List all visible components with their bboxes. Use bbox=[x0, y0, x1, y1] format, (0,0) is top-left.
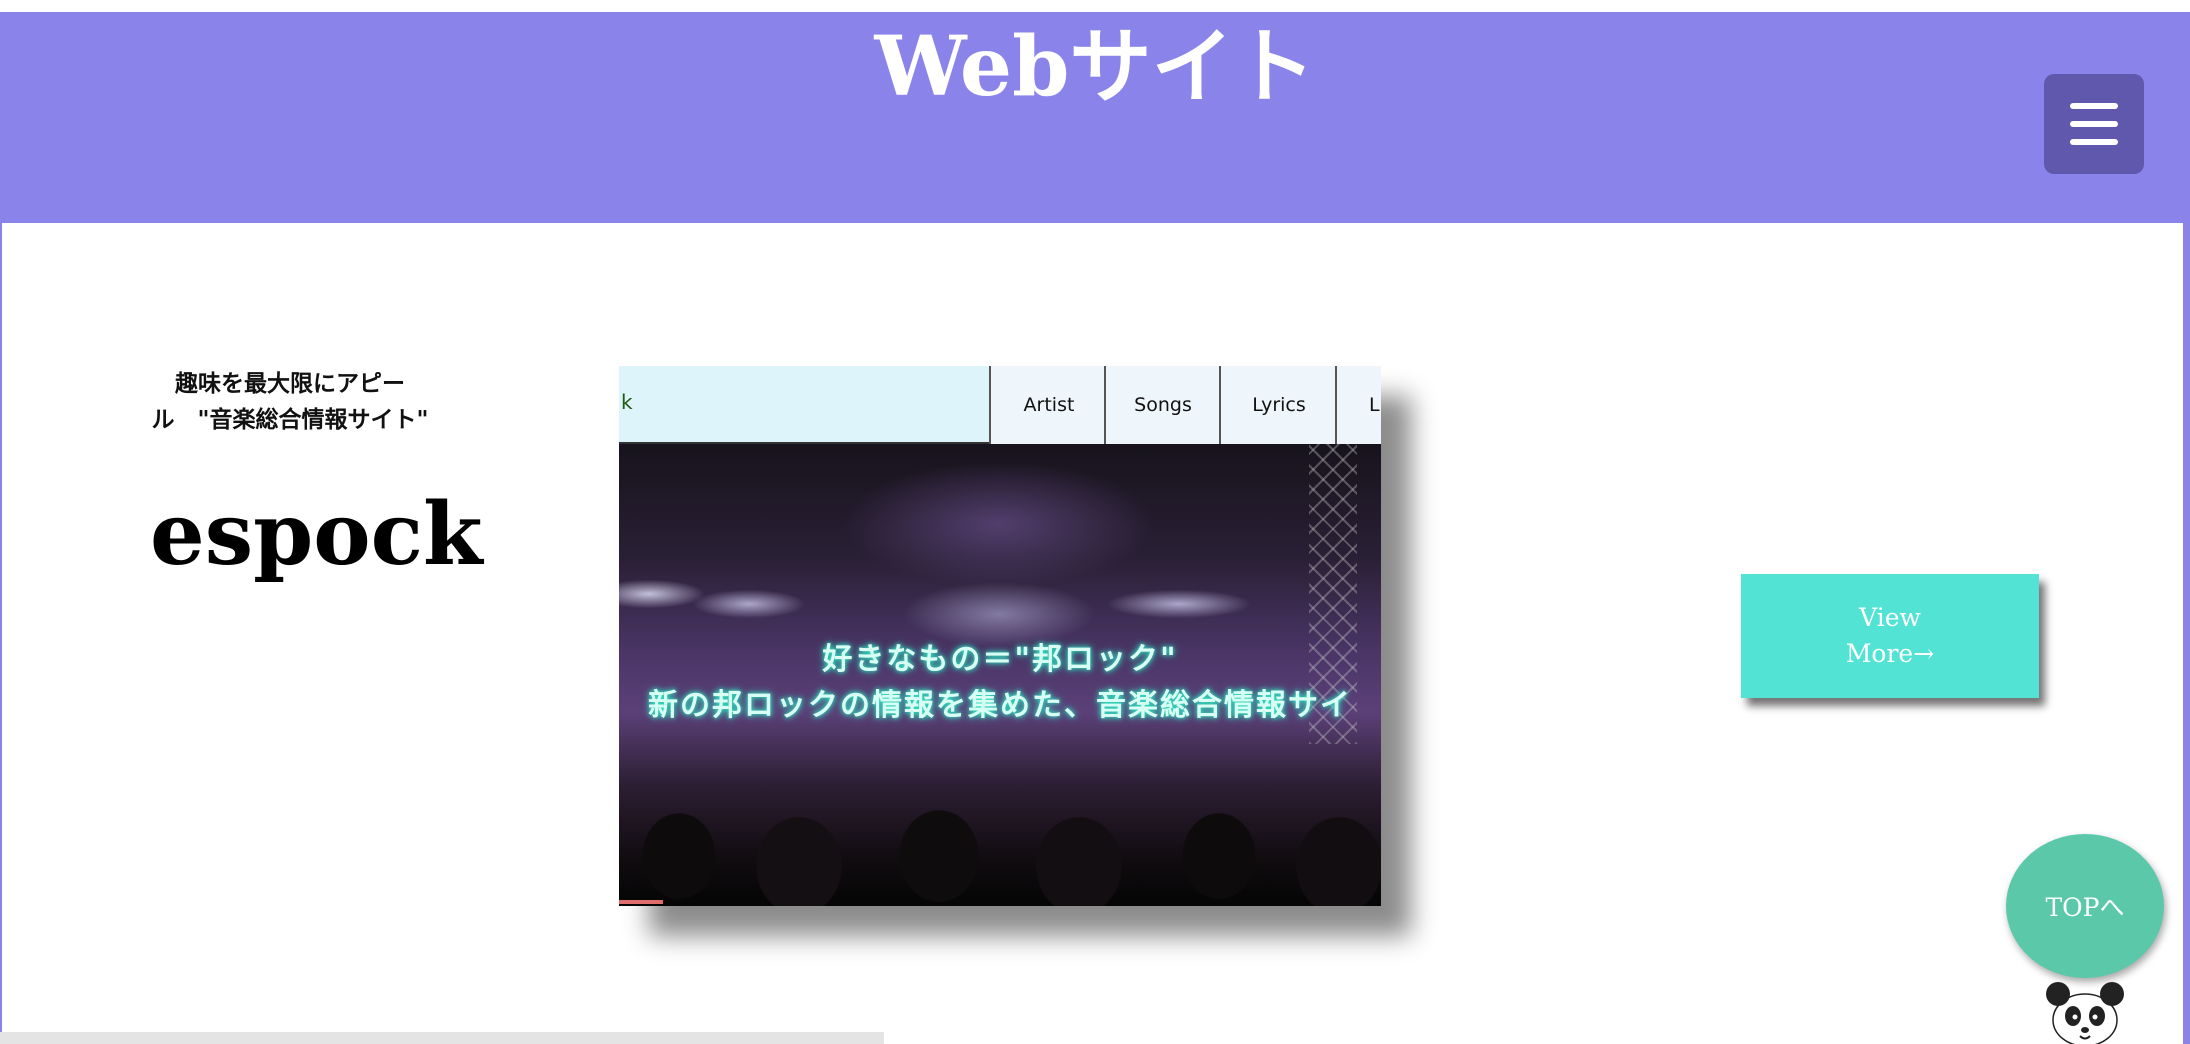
concert-hero-image: 好きなもの＝"邦ロック" 新の邦ロックの情報を集めた、音楽総合情報サイ bbox=[619, 444, 1381, 906]
preview-nav-bar: k Artist Songs Lyrics Li bbox=[619, 366, 1381, 444]
hero-headline: 好きなもの＝"邦ロック" bbox=[822, 642, 1178, 677]
crowd-silhouette bbox=[619, 706, 1381, 906]
hamburger-bar bbox=[2070, 139, 2118, 145]
slide-progress-bar bbox=[619, 900, 663, 904]
brand-name: espock bbox=[150, 484, 483, 585]
preview-nav-lyrics: Lyrics bbox=[1219, 366, 1337, 444]
site-preview-image[interactable]: k Artist Songs Lyrics Li 好きなもの＝"邦ロック" 新の… bbox=[619, 366, 1381, 906]
hamburger-bar bbox=[2070, 121, 2118, 127]
view-more-label: View More→ bbox=[1845, 603, 1935, 668]
hero-subline: 新の邦ロックの情報を集めた、音楽総合情報サイ bbox=[648, 688, 1352, 723]
panda-icon bbox=[2046, 982, 2124, 1044]
page-edge bbox=[2183, 223, 2190, 1044]
preview-nav-songs: Songs bbox=[1104, 366, 1220, 444]
tagline-line: 趣味を最大限にアピー bbox=[175, 370, 405, 397]
preview-nav-live: Li bbox=[1335, 366, 1381, 444]
hamburger-menu-button[interactable] bbox=[2044, 74, 2144, 174]
view-more-button[interactable]: View More→ bbox=[1741, 574, 2039, 698]
site-header: Webサイト bbox=[0, 12, 2190, 223]
tagline-line: ル "音楽総合情報サイト" bbox=[151, 406, 429, 433]
intro-tagline: 趣味を最大限にアピー ル "音楽総合情報サイト" bbox=[130, 366, 450, 438]
preview-logo: k bbox=[621, 390, 633, 414]
hamburger-menu-icon bbox=[2070, 103, 2118, 109]
back-to-top-button[interactable]: TOPへ bbox=[2006, 834, 2164, 978]
preview-nav-artist: Artist bbox=[989, 366, 1107, 444]
site-title: Webサイト bbox=[874, 19, 1316, 115]
status-ticker bbox=[0, 1032, 884, 1044]
top-button-label: TOPへ bbox=[2045, 893, 2125, 922]
